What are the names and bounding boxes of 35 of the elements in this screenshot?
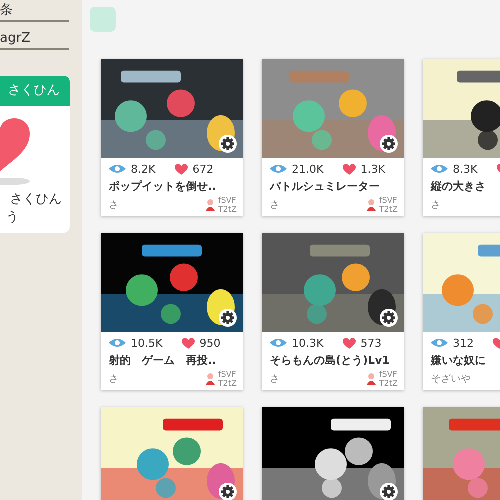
- view-count: 10.3K: [292, 336, 324, 350]
- text-field[interactable]: agrZ: [0, 28, 69, 50]
- view-count: 312: [453, 336, 474, 350]
- author-name: さ: [109, 199, 119, 212]
- creator-id: fSVF: [379, 370, 398, 379]
- author-name: さ: [270, 199, 280, 212]
- game-title[interactable]: そらもんの島(とう)Lv1: [270, 351, 390, 370]
- card-text: さくひん: [10, 191, 63, 209]
- creator-id: T2tZ: [218, 205, 237, 214]
- view-count: 21.0K: [292, 162, 324, 176]
- like-count: 573: [360, 336, 382, 350]
- creator-id: fSVF: [379, 196, 398, 205]
- creator-id: fSVF: [218, 196, 237, 205]
- view-count: 10.5K: [131, 336, 163, 350]
- creator-id: T2tZ: [218, 379, 237, 388]
- creator-id: T2tZ: [379, 379, 398, 388]
- creator-id: fSVF: [218, 370, 237, 379]
- author-name: そざいや: [431, 373, 471, 386]
- author-name: さ: [270, 373, 280, 386]
- card-text: う: [6, 209, 20, 227]
- author-name: さ: [109, 373, 119, 386]
- game-title[interactable]: 嫌いな奴に: [431, 351, 486, 370]
- game-title[interactable]: バトルシュミレーター: [270, 177, 380, 196]
- game-title[interactable]: 射的 ゲーム 再投..: [109, 351, 216, 370]
- creator-id: T2tZ: [379, 205, 398, 214]
- view-count: 8.3K: [453, 162, 478, 176]
- view-count: 8.2K: [131, 162, 156, 176]
- like-count: 672: [192, 162, 214, 176]
- game-title[interactable]: 縦の大きさ: [431, 177, 486, 196]
- like-count: 1.3K: [360, 162, 386, 176]
- author-name: さ: [431, 199, 441, 212]
- card-header: さくひん: [0, 76, 70, 106]
- like-count: 950: [200, 336, 221, 350]
- game-title[interactable]: ポップイットを倒せ..: [109, 177, 216, 196]
- text-field[interactable]: 条: [0, 0, 69, 22]
